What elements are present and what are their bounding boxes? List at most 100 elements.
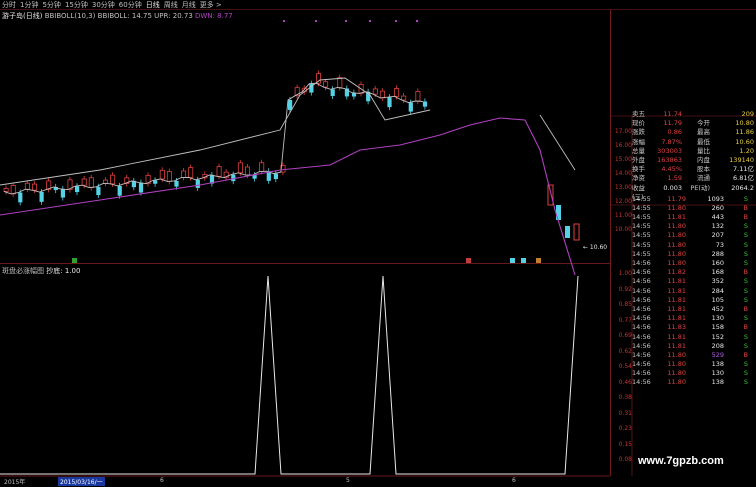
tick-side: S: [743, 332, 748, 341]
tick-volume: 158: [711, 323, 724, 332]
quote-value: 6.81亿: [733, 174, 754, 183]
quote-key: 股本: [697, 165, 710, 174]
tick-side: S: [743, 286, 748, 295]
candle-body: [174, 180, 179, 187]
tick-side: S: [743, 314, 748, 323]
quote-value: 1.59: [667, 174, 682, 183]
tick-price: 11.79: [667, 194, 686, 203]
quote-key: 流通: [697, 174, 710, 183]
candle-body: [88, 177, 94, 189]
quote-value: 0.003: [663, 183, 682, 192]
tick-row: 14:56 11.81 130 S: [632, 314, 756, 323]
price-tick: 11.00: [614, 212, 632, 219]
tick-price: 11.81: [667, 332, 686, 341]
tick-volume: 130: [711, 369, 724, 378]
year-label: 2015年: [4, 479, 26, 486]
tick-row: 14:56 11.82 168 B: [632, 268, 756, 277]
candle-body: [159, 169, 165, 180]
candle-body: [39, 192, 44, 202]
candle-body: [138, 182, 144, 193]
quote-panel: 卖五 11.74 209 现价 11.79 今开 10.80 涨跌 0.86 最高 11.86…: [632, 110, 756, 388]
quote-key: 涨幅: [632, 137, 645, 146]
tick-volume: 529: [711, 350, 724, 359]
tick-price: 11.80: [667, 231, 686, 240]
tick-row: 14:56 11.80 160 S: [632, 259, 756, 268]
candle-body: [153, 180, 158, 184]
tick-volume: 168: [711, 268, 724, 277]
indicator-tick: 0.46: [618, 378, 632, 386]
candle-body: [573, 223, 580, 241]
indicator-tick: 0.38: [618, 394, 632, 401]
price-tick: 14.00: [614, 170, 632, 177]
quote-value: 7.87%: [661, 137, 682, 146]
indicator-label: 斑盘必涨幅图: [2, 267, 44, 275]
quote-row: 外盘 163863 内盘 139140: [632, 156, 756, 165]
candle-body: [401, 95, 407, 101]
candle-body: [387, 97, 392, 108]
quote-row: 换手 4.45% 股本 7.11亿: [632, 165, 756, 174]
quote-key: PE(动): [690, 183, 710, 192]
tick-row: 14:56 11.81 152 S: [632, 333, 756, 342]
signal-marker: [466, 258, 471, 263]
tick-side: S: [743, 277, 748, 286]
quote-key: 净资: [632, 174, 645, 183]
indicator-tick: 0.62: [618, 347, 632, 355]
price-marker: ← 10.60: [583, 244, 607, 251]
tick-row: 14:56 11.80 529 B: [632, 351, 756, 360]
tick-volume: 138: [711, 360, 724, 369]
candle-body: [181, 170, 187, 178]
candle-body: [556, 205, 561, 220]
tick-side: S: [743, 295, 748, 304]
tick-side: S: [743, 259, 748, 267]
price-tick: 13.00: [614, 184, 632, 191]
candle-body: [117, 185, 122, 196]
indicator-tick: 0.23: [618, 425, 632, 432]
quote-value: 139140: [729, 155, 754, 164]
tick-time: 14:56: [632, 259, 651, 267]
quote-value: 303003: [657, 146, 682, 155]
tick-price: 11.80: [667, 350, 686, 359]
month-label: 6: [160, 477, 164, 484]
quote-row: 现价 11.79 今开 10.80: [632, 119, 756, 128]
indicator-tick: 0.77: [618, 316, 632, 324]
tick-price: 11.80: [667, 203, 686, 212]
indicator-title-line: 斑盘必涨幅图 抄底: 1.00: [2, 266, 80, 276]
candle-body: [60, 188, 65, 198]
quote-key: 今开: [697, 119, 710, 128]
price-tick: 17.00: [614, 128, 632, 135]
tick-volume: 160: [711, 259, 724, 267]
tick-row: 14:56 11.81 452 B: [632, 305, 756, 314]
tick-volume: 138: [711, 378, 724, 387]
candle-body: [259, 162, 265, 172]
candle-body: [237, 162, 243, 174]
tick-row: 14:56 11.80 130 S: [632, 369, 756, 378]
candle-body: [103, 179, 109, 184]
tick-side: B: [743, 350, 748, 359]
upr-line: [0, 77, 431, 186]
indicator-tick: 0.54: [618, 363, 632, 370]
tick-time: 14:55: [632, 231, 651, 240]
quote-key: 换手: [632, 165, 645, 174]
tick-price: 11.81: [667, 286, 686, 295]
quote-row: 总量 303003 量比 1.20: [632, 147, 756, 156]
candle-body: [408, 102, 413, 112]
tick-price: 11.80: [667, 222, 686, 231]
tick-row: 14:55 11.80 132 S: [632, 222, 756, 231]
quote-value: 11.86: [735, 128, 754, 137]
tick-volume: 443: [711, 213, 724, 222]
tick-time: 14:56: [632, 304, 651, 313]
quote-row: 净资 1.59 流通 6.81亿: [632, 174, 756, 183]
candle-body: [81, 178, 87, 186]
candle-body: [379, 90, 385, 99]
candle-body: [231, 174, 236, 182]
signal-marker: [510, 258, 515, 263]
quote-key: 最高: [697, 128, 710, 137]
indicator-line: [0, 275, 579, 475]
tick-price: 11.80: [667, 259, 686, 267]
quote-value: 11.79: [663, 119, 682, 128]
tick-volume: 208: [711, 341, 724, 350]
candle-body: [288, 100, 293, 110]
tick-row: 14:55 11.80 288 S: [632, 250, 756, 259]
tick-side: S: [743, 249, 748, 258]
quote-key: 收益(三): [632, 183, 645, 201]
